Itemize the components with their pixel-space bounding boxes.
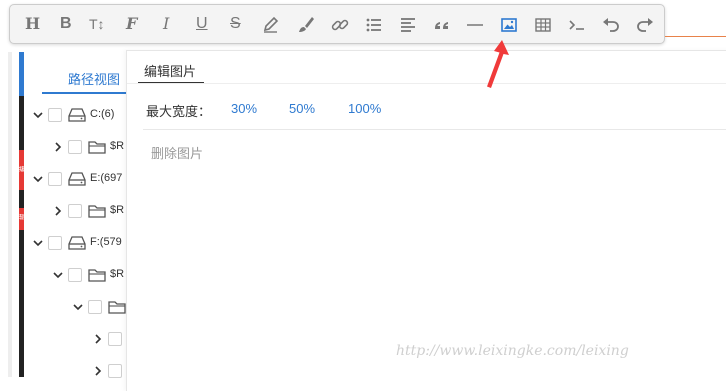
drive-icon: [68, 236, 86, 250]
chevron-down-icon[interactable]: [32, 236, 44, 250]
chevron-right-icon[interactable]: [52, 204, 64, 218]
terminal-icon: [569, 20, 584, 30]
width-option-30[interactable]: 30%: [231, 101, 257, 116]
tree-checkbox[interactable]: [48, 172, 62, 186]
image-icon: [501, 18, 517, 32]
divider: [127, 83, 726, 84]
table-icon: [535, 18, 551, 32]
drive-icon: [68, 172, 86, 186]
text-color-button[interactable]: [259, 13, 283, 37]
chevron-right-icon[interactable]: [92, 364, 104, 378]
chevron-down-icon[interactable]: [32, 172, 44, 186]
chevron-down-icon[interactable]: [32, 108, 44, 122]
delete-image-button[interactable]: 删除图片: [151, 143, 203, 162]
tab-path-view[interactable]: 路径视图: [42, 58, 130, 94]
align-left-icon: [401, 18, 415, 32]
edit-image-panel: 编辑图片 最大宽度： 30% 50% 100% 删除图片: [126, 50, 726, 391]
undo-button[interactable]: [599, 13, 623, 37]
tree-checkbox[interactable]: [108, 332, 122, 346]
tree-checkbox[interactable]: [68, 268, 82, 282]
tree-checkbox[interactable]: [108, 364, 122, 378]
watermark: http://www.leixingke.com/leixing: [396, 343, 629, 359]
tree-checkbox[interactable]: [68, 204, 82, 218]
pencil-icon: [263, 16, 279, 33]
code-button[interactable]: [565, 13, 589, 37]
list-button[interactable]: [362, 13, 386, 37]
folder-icon: [88, 141, 106, 154]
tab-path-view-label: 路径视图: [68, 72, 121, 87]
underline-button[interactable]: U: [196, 15, 208, 33]
sidebar-strip-char: 辑: [19, 214, 24, 221]
font-family-button[interactable]: F: [126, 15, 137, 33]
drive-icon: [68, 108, 86, 122]
chevron-right-icon[interactable]: [92, 332, 104, 346]
page-left-edge: [8, 52, 12, 377]
quote-icon: [435, 22, 448, 29]
annotation-arrow-icon: [487, 40, 509, 88]
tree-checkbox[interactable]: [68, 140, 82, 154]
editor-toolbar: H B T↕ F I U S: [9, 4, 665, 44]
folder-icon: [88, 205, 106, 218]
font-size-button[interactable]: T↕: [89, 15, 105, 33]
tree-row-label: F:(579: [90, 236, 122, 248]
tree-row-label: C:(6): [90, 108, 115, 120]
background-color-button[interactable]: [294, 13, 318, 37]
horizontal-rule-button[interactable]: [463, 13, 487, 37]
folder-icon: [108, 301, 126, 314]
header-accent-line: [665, 36, 726, 37]
bold-button[interactable]: B: [60, 15, 72, 33]
strikethrough-button[interactable]: S: [230, 15, 241, 33]
heading-button[interactable]: H: [25, 15, 40, 33]
sidebar-strip-char: 编: [19, 166, 24, 173]
link-icon: [331, 19, 349, 31]
panel-title: 编辑图片: [144, 64, 197, 79]
tree-row-label: $R: [110, 140, 125, 152]
tree-row-label: $R: [110, 204, 125, 216]
divider: [143, 129, 726, 130]
brush-icon: [299, 17, 314, 32]
image-button[interactable]: [497, 13, 521, 37]
folder-icon: [88, 269, 106, 282]
italic-button[interactable]: I: [163, 15, 169, 33]
horizontal-rule-icon: [467, 24, 483, 26]
redo-icon: [637, 18, 653, 32]
max-width-label: 最大宽度：: [146, 104, 212, 119]
sidebar-active-indicator: [19, 52, 24, 96]
table-button[interactable]: [531, 13, 555, 37]
quote-button[interactable]: [430, 13, 454, 37]
undo-icon: [603, 18, 619, 32]
list-icon: [366, 18, 381, 32]
chevron-down-icon[interactable]: [52, 268, 64, 282]
chevron-down-icon[interactable]: [72, 300, 84, 314]
link-button[interactable]: [328, 13, 352, 37]
tree-row-label: $R: [110, 268, 125, 280]
tree-row-label: E:(697: [90, 172, 123, 184]
tree-checkbox[interactable]: [48, 108, 62, 122]
tree-checkbox[interactable]: [88, 300, 102, 314]
width-option-50[interactable]: 50%: [289, 101, 315, 116]
redo-button[interactable]: [633, 13, 657, 37]
chevron-right-icon[interactable]: [52, 140, 64, 154]
tree-checkbox[interactable]: [48, 236, 62, 250]
align-button[interactable]: [396, 13, 420, 37]
width-option-100[interactable]: 100%: [348, 101, 381, 116]
